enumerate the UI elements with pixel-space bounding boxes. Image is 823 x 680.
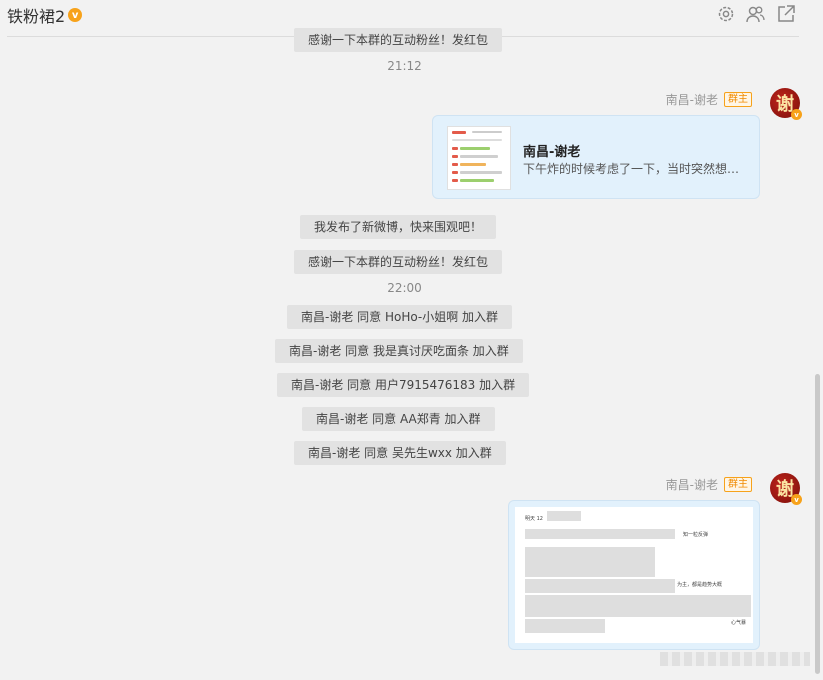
card-description: 下午炸的时候考虑了一下，当时突然想…	[523, 162, 740, 176]
system-message: 感谢一下本群的互动粉丝！发红包	[294, 28, 503, 52]
join-notice: 南昌-谢老 同意 用户7915476183 加入群	[277, 373, 530, 397]
message-sender: 南昌-谢老 群主	[666, 476, 752, 493]
card-thumbnail	[447, 126, 511, 190]
verified-badge-icon: v	[791, 109, 802, 120]
group-owner-badge: 群主	[724, 92, 752, 107]
image-content: 明天 12 知一粒反弹 为主，都是趋势大概 心气暴	[515, 507, 753, 643]
timestamp: 22:00	[387, 281, 422, 295]
header-mask	[0, 0, 823, 30]
sender-name[interactable]: 南昌-谢老	[666, 91, 718, 108]
blurred-region	[660, 652, 810, 666]
join-notice: 南昌-谢老 同意 HoHo-小姐啊 加入群	[287, 305, 513, 329]
blurred-region	[525, 547, 655, 577]
blurred-region	[525, 529, 675, 539]
avatar[interactable]: 谢 v	[770, 473, 802, 505]
card-title: 南昌-谢老	[523, 145, 581, 160]
blurred-region	[547, 511, 581, 521]
message-sender: 南昌-谢老 群主	[666, 91, 752, 108]
blurred-region	[525, 619, 605, 633]
image-text: 知一粒反弹	[683, 532, 709, 538]
join-notice: 南昌-谢老 同意 AA郑青 加入群	[302, 407, 495, 431]
timestamp: 21:12	[387, 59, 422, 73]
image-text: 为主，都是趋势大概	[677, 582, 723, 588]
image-text: 心气暴	[731, 620, 747, 626]
system-message: 我发布了新微博，快来围观吧！	[300, 215, 497, 239]
group-owner-badge: 群主	[724, 477, 752, 492]
sender-name[interactable]: 南昌-谢老	[666, 476, 718, 493]
scrollbar-thumb[interactable]	[815, 374, 820, 674]
join-notice: 南昌-谢老 同意 吴先生wxx 加入群	[294, 441, 506, 465]
weibo-share-card[interactable]: 南昌-谢老 下午炸的时候考虑了一下，当时突然想…	[432, 115, 760, 199]
verified-badge-icon: v	[791, 494, 802, 505]
image-text: 明天 12	[525, 516, 543, 522]
blurred-region	[525, 595, 751, 617]
avatar[interactable]: 谢 v	[770, 88, 802, 120]
system-message: 感谢一下本群的互动粉丝！发红包	[294, 250, 503, 274]
blurred-region	[525, 579, 675, 593]
join-notice: 南昌-谢老 同意 我是真讨厌吃面条 加入群	[275, 339, 523, 363]
image-message[interactable]: 明天 12 知一粒反弹 为主，都是趋势大概 心气暴	[508, 500, 760, 650]
